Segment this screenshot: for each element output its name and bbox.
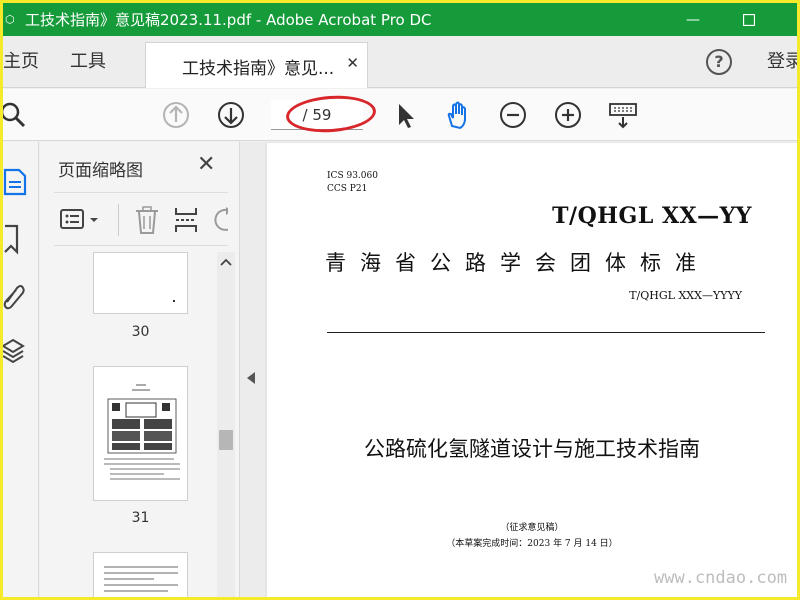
zoom-out-icon[interactable]	[498, 100, 528, 130]
app-window: ⬡ 工技术指南》意见稿2023.11.pdf - Adobe Acrobat P…	[3, 3, 797, 597]
page-up-icon[interactable]	[161, 100, 191, 130]
standard-number: T/QHGL XXX—YYYY	[629, 289, 742, 302]
insert-page-icon[interactable]	[174, 205, 200, 235]
thumbnail-content	[173, 300, 175, 302]
help-button[interactable]: ?	[706, 49, 732, 75]
toolbar-divider	[118, 204, 119, 236]
document-page: ICS 93.060 CCS P21 T/QHGL XX—YY 青海省公路学会团…	[267, 143, 797, 597]
ics-code: ICS 93.060	[327, 171, 378, 181]
page-thumbnail[interactable]	[93, 252, 188, 314]
collapse-arrow-icon	[247, 372, 255, 384]
maximize-button[interactable]	[723, 3, 775, 36]
tab-bar: 主页 工具 工技术指南》意见... ✕ ? 登录	[3, 36, 797, 88]
page-thumbnail-number: 30	[131, 324, 150, 340]
maximize-icon	[743, 13, 755, 26]
page-thumbnail[interactable]	[93, 366, 188, 501]
ccs-code: CCS P21	[327, 184, 368, 194]
acrobat-icon: ⬡	[5, 12, 15, 26]
thumbnail-content	[104, 566, 178, 592]
login-button[interactable]: 登录	[767, 36, 797, 88]
panel-title: 页面缩略图	[58, 161, 143, 181]
thumbnail-toolbar	[54, 192, 228, 246]
page-thumbnails-panel: 页面缩略图 ✕ 30 31	[40, 142, 240, 597]
bookmark-icon[interactable]	[3, 222, 33, 256]
keyboard-icon[interactable]	[608, 100, 638, 130]
watermark: www.cndao.com	[654, 568, 788, 588]
layers-icon[interactable]	[3, 336, 33, 370]
completion-date: （本草案完成时间：2023 年 7 月 14 日）	[446, 539, 618, 549]
page-down-icon[interactable]	[216, 100, 246, 130]
window-title: 工技术指南》意见稿2023.11.pdf - Adobe Acrobat Pro…	[25, 11, 432, 29]
attachment-icon[interactable]	[3, 278, 33, 312]
tab-document-label: 工技术指南》意见...	[182, 59, 335, 79]
left-rail	[3, 142, 39, 597]
zoom-in-icon[interactable]	[553, 100, 583, 130]
association-name: 青海省公路学会团体标准	[325, 251, 710, 275]
thumbnail-scrollbar[interactable]	[217, 252, 235, 597]
delete-icon[interactable]	[134, 205, 160, 235]
panel-close-button[interactable]: ✕	[197, 152, 215, 177]
tab-home[interactable]: 主页	[3, 36, 39, 88]
page-thumbnail[interactable]	[93, 552, 188, 597]
thumbnail-content	[104, 384, 180, 480]
options-menu-icon[interactable]	[60, 207, 102, 233]
title-bar: ⬡ 工技术指南》意见稿2023.11.pdf - Adobe Acrobat P…	[3, 3, 797, 36]
scrollbar-thumb[interactable]	[219, 430, 233, 450]
scroll-up-icon[interactable]	[220, 258, 232, 266]
select-cursor-icon[interactable]	[391, 100, 421, 130]
standard-code: T/QHGL XX—YY	[552, 203, 752, 229]
header-rule	[327, 332, 765, 333]
rotate-icon[interactable]	[212, 205, 228, 235]
draft-label: （征求意见稿）	[500, 523, 564, 533]
page-thumbnail-number: 31	[131, 510, 150, 526]
panel-collapse-handle[interactable]	[240, 142, 265, 597]
tab-close-button[interactable]: ✕	[346, 54, 359, 72]
thumbnails-icon[interactable]	[3, 164, 33, 198]
search-icon[interactable]	[3, 100, 29, 130]
toolbar: / 59	[3, 89, 797, 141]
tab-tools[interactable]: 工具	[70, 36, 106, 88]
document-title: 公路硫化氢隧道设计与施工技术指南	[364, 437, 700, 461]
hand-tool-icon[interactable]	[443, 100, 473, 130]
document-view[interactable]: ICS 93.060 CCS P21 T/QHGL XX—YY 青海省公路学会团…	[265, 142, 797, 597]
tab-document[interactable]: 工技术指南》意见... ✕	[145, 42, 368, 88]
minimize-button[interactable]: —	[667, 3, 719, 36]
ics-code-block: ICS 93.060 CCS P21	[327, 170, 378, 196]
